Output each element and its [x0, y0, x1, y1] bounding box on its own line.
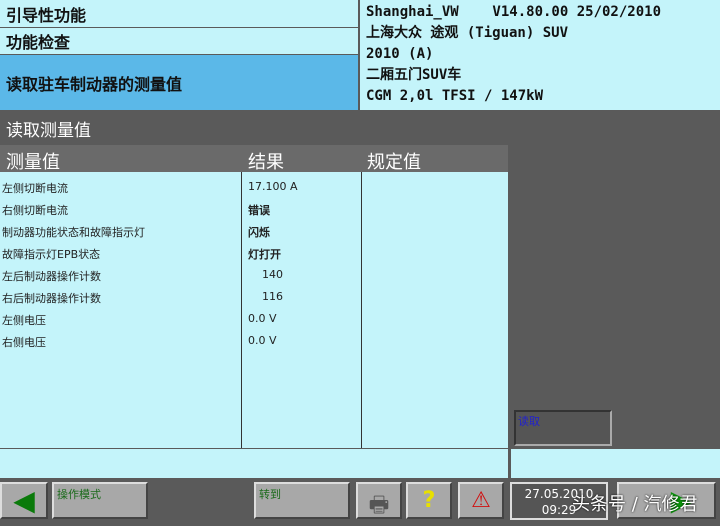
- measure-name: 左后制动器操作计数: [2, 270, 101, 283]
- vehicle-line5: CGM 2,0l TFSI / 147kW: [366, 88, 544, 104]
- measure-name: 制动器功能状态和故障指示灯: [2, 226, 145, 239]
- table-row: 右后制动器操作计数 116: [0, 286, 508, 308]
- table-row: 左后制动器操作计数 140: [0, 264, 508, 286]
- goto-button[interactable]: 转到: [254, 482, 350, 519]
- vehicle-line3: 2010 (A): [366, 46, 434, 62]
- measure-name: 左侧切断电流: [2, 182, 68, 195]
- back-arrow-icon: ◀: [13, 484, 35, 517]
- printer-icon: 🖶: [368, 493, 390, 518]
- measure-name: 右侧切断电流: [2, 204, 68, 217]
- warning-icon: ⚠: [471, 488, 491, 513]
- table-row: 故障指示灯EPB状态 灯打开: [0, 242, 508, 264]
- vehicle-line4: 二厢五门SUV车: [366, 67, 462, 83]
- measure-result: 错误: [248, 204, 270, 217]
- operation-mode-button[interactable]: 操作模式: [52, 482, 148, 519]
- measure-result: 灯打开: [248, 248, 281, 261]
- table-row: 制动器功能状态和故障指示灯 闪烁: [0, 220, 508, 242]
- measure-result: 0.0 V: [248, 312, 277, 325]
- vehicle-line1: Shanghai_VW V14.80.00 25/02/2010: [366, 4, 662, 20]
- measure-name: 故障指示灯EPB状态: [2, 248, 101, 261]
- measure-result: 116: [262, 290, 283, 303]
- nav-level2[interactable]: 功能检查: [0, 28, 358, 54]
- status-bar: [0, 449, 508, 478]
- measure-result: 17.100 A: [248, 180, 298, 193]
- table-header: 测量值 结果 规定值: [0, 145, 508, 173]
- print-button[interactable]: 🖶: [356, 482, 402, 519]
- help-button[interactable]: ?: [406, 482, 452, 519]
- table-row: 左侧电压 0.0 V: [0, 308, 508, 330]
- read-button[interactable]: 读取: [514, 410, 612, 446]
- header-measure: 测量值: [6, 152, 60, 173]
- back-button[interactable]: ◀: [0, 482, 48, 519]
- table-row: 右侧电压 0.0 V: [0, 330, 508, 352]
- nav-level3-selected[interactable]: 读取驻车制动器的测量值: [0, 55, 358, 110]
- status-bar-right: [511, 449, 720, 478]
- measure-name: 右后制动器操作计数: [2, 292, 101, 305]
- warning-button[interactable]: ⚠: [458, 482, 504, 519]
- header-result: 结果: [248, 152, 284, 173]
- measure-name: 左侧电压: [2, 314, 46, 327]
- vehicle-info: Shanghai_VW V14.80.00 25/02/2010 上海大众 途观…: [360, 0, 720, 110]
- header-spec: 规定值: [367, 152, 421, 173]
- nav-level1[interactable]: 引导性功能: [0, 0, 358, 27]
- table-row: 左侧切断电流 17.100 A: [0, 176, 508, 198]
- watermark: 头条号 / 汽修君: [572, 494, 698, 515]
- measurement-table: 左侧切断电流 17.100 A 右侧切断电流 错误制动器功能状态和故障指示灯 闪烁故障指…: [0, 172, 508, 448]
- measure-name: 右侧电压: [2, 336, 46, 349]
- table-row: 右侧切断电流 错误: [0, 198, 508, 220]
- section-title: 读取测量值: [6, 121, 91, 141]
- measure-result: 140: [262, 268, 283, 281]
- vehicle-line2: 上海大众 途观 (Tiguan) SUV: [366, 25, 569, 41]
- measure-result: 0.0 V: [248, 334, 277, 347]
- measure-result: 闪烁: [248, 226, 270, 239]
- question-icon: ?: [422, 488, 436, 513]
